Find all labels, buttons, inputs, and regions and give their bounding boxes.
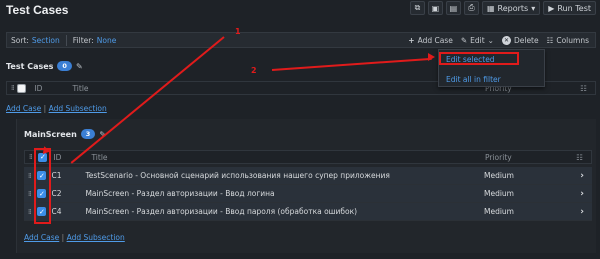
print-icon[interactable]: ⎙ [463, 1, 479, 15]
table-row[interactable]: ⁞⁞ ✓ C4 MainScreen - Раздел авторизации … [24, 203, 592, 221]
section-header-mainscreen: MainScreen 3 ✎ [24, 129, 106, 139]
filter-label: Filter: [72, 35, 94, 45]
annotation-highlight-box [34, 148, 51, 224]
link-separator: | [61, 233, 65, 242]
columns-label: Columns [556, 35, 589, 45]
pencil-icon: ✎ [460, 35, 468, 45]
edit-dropdown-menu: Edit selected Edit all in filter [438, 49, 545, 87]
add-subsection-link[interactable]: Add Subsection [67, 233, 125, 242]
edit-button[interactable]: ✎ Edit ⌄ [461, 36, 494, 45]
play-icon: ▶ [548, 3, 555, 13]
export-icon[interactable]: ▣ [427, 1, 443, 15]
page-title: Test Cases [6, 3, 69, 17]
case-title[interactable]: TestScenario - Основной сценарий использ… [85, 171, 485, 180]
add-case-link[interactable]: Add Case [6, 104, 41, 113]
link-separator: | [43, 104, 47, 113]
header-actions: ⧉ ▣ ▤ ⎙ ▦ Reports ▾ ▶ Run Test [409, 0, 596, 16]
columns-icon: ☷ [546, 35, 554, 45]
case-priority: Medium [484, 171, 514, 180]
add-subsection-link[interactable]: Add Subsection [49, 104, 107, 113]
sort-label: Sort: [11, 35, 29, 45]
case-list: ⁞⁞ ✓ C1 TestScenario - Основной сценарий… [24, 167, 592, 221]
annotation-number-1: 1 [235, 27, 241, 36]
drag-handle-icon[interactable]: ⁞⁞ [29, 153, 33, 161]
column-id[interactable]: ID [53, 153, 61, 162]
menu-item-edit-all-in-filter[interactable]: Edit all in filter [446, 75, 501, 84]
run-test-button[interactable]: ▶ Run Test [543, 1, 596, 15]
main-section-links: Add Case | Add Subsection [24, 233, 125, 242]
sort-link[interactable]: Section [32, 36, 60, 45]
plus-icon: + [408, 35, 415, 45]
case-count-badge: 0 [57, 61, 72, 71]
table-row[interactable]: ⁞⁞ ✓ C2 MainScreen - Раздел авторизации … [24, 185, 592, 203]
add-case-button[interactable]: + Add Case [408, 36, 453, 45]
table-header-mainscreen: ⁞⁞ ✓ ID Title Priority ☷ [24, 150, 592, 164]
root-section-links: Add Case | Add Subsection [6, 104, 107, 113]
copy-icon[interactable]: ⧉ [409, 1, 425, 15]
case-priority: Medium [484, 189, 514, 198]
case-title[interactable]: MainScreen - Раздел авторизации - Ввод п… [85, 207, 485, 216]
select-all-checkbox[interactable] [17, 83, 27, 93]
run-test-label: Run Test [557, 3, 591, 13]
pencil-icon[interactable]: ✎ [76, 62, 83, 71]
reports-icon: ▦ [486, 3, 495, 13]
column-id[interactable]: ID [34, 84, 42, 93]
import-icon[interactable]: ▤ [445, 1, 461, 15]
column-title[interactable]: Title [72, 84, 88, 93]
chevron-right-icon[interactable]: › [580, 207, 584, 217]
drag-handle-icon[interactable]: ⁞⁞ [28, 172, 32, 180]
arrowhead-icon [428, 53, 435, 61]
annotation-arrow-2 [271, 57, 432, 71]
reports-label: Reports [497, 3, 529, 13]
chevron-down-icon: ▾ [531, 3, 536, 13]
section-title: Test Cases [6, 61, 54, 71]
chevron-right-icon[interactable]: › [580, 171, 584, 181]
drag-handle-icon[interactable]: ⁞⁞ [11, 84, 15, 92]
add-case-label: Add Case [417, 35, 453, 45]
columns-icon[interactable]: ☷ [580, 84, 587, 93]
delete-button[interactable]: ✕ Delete [501, 35, 539, 45]
case-id[interactable]: C1 [51, 171, 85, 180]
columns-icon[interactable]: ☷ [576, 153, 583, 162]
chevron-right-icon[interactable]: › [580, 189, 584, 199]
divider [65, 34, 67, 46]
drag-handle-icon[interactable]: ⁞⁞ [28, 190, 32, 198]
section-title: MainScreen [24, 129, 77, 139]
columns-button[interactable]: ☷ Columns [547, 36, 589, 45]
case-id[interactable]: C4 [51, 207, 85, 216]
table-row[interactable]: ⁞⁞ ✓ C1 TestScenario - Основной сценарий… [24, 167, 592, 185]
drag-handle-icon[interactable]: ⁞⁞ [28, 208, 32, 216]
add-case-link[interactable]: Add Case [24, 233, 59, 242]
case-count-badge: 3 [80, 129, 96, 139]
menu-item-edit-selected[interactable]: Edit selected [446, 55, 495, 64]
section-header-root: Test Cases 0 ✎ [6, 61, 83, 71]
case-title[interactable]: MainScreen - Раздел авторизации - Ввод л… [85, 189, 485, 198]
case-priority: Medium [484, 207, 514, 216]
edit-label: Edit [470, 35, 485, 45]
reports-button[interactable]: ▦ Reports ▾ [481, 1, 541, 15]
annotation-number-2: 2 [251, 66, 257, 75]
case-id[interactable]: C2 [51, 189, 85, 198]
delete-label: Delete [513, 35, 539, 45]
filter-link[interactable]: None [97, 36, 117, 45]
column-priority[interactable]: Priority [485, 153, 512, 162]
delete-icon: ✕ [501, 35, 511, 45]
chevron-down-icon: ⌄ [487, 35, 494, 45]
column-title[interactable]: Title [91, 153, 107, 162]
toolbar: Sort: Section Filter: None + Add Case ✎ Ed… [6, 32, 596, 48]
